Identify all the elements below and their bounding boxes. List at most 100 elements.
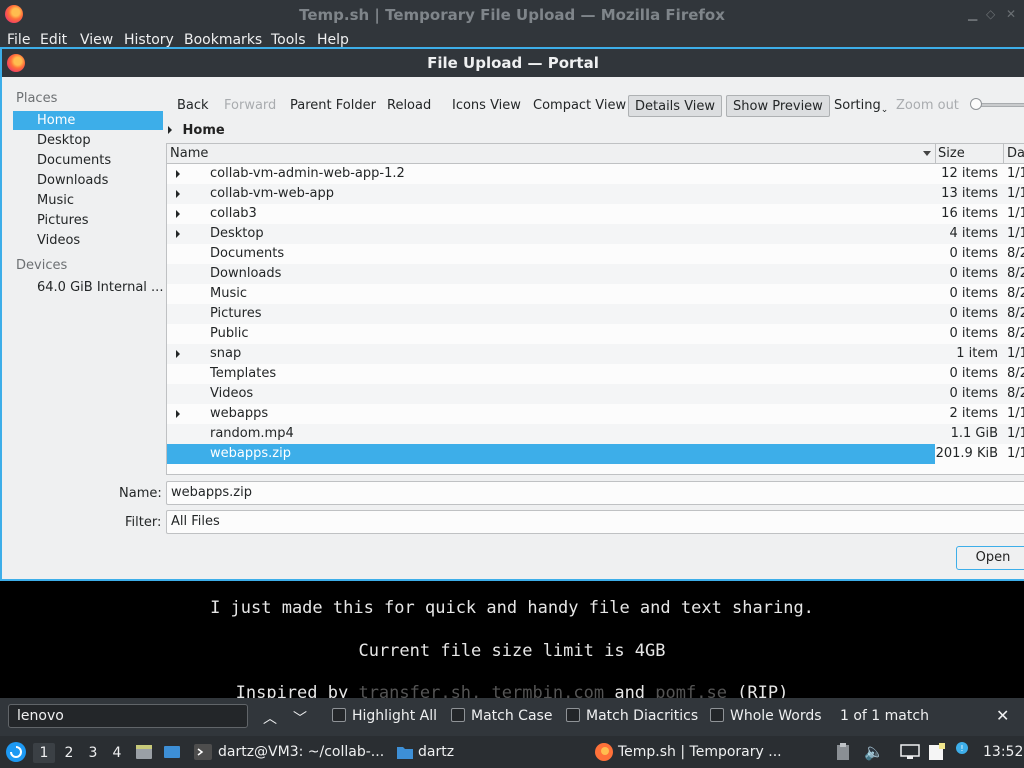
expand-arrow-icon[interactable] [176,210,180,218]
breadcrumb[interactable]: Home [168,123,225,141]
workspace-2[interactable]: 2 [58,743,80,763]
file-upload-dialog: File Upload — Portal Places Home Desktop… [0,47,1024,581]
sorting-button[interactable]: Sorting⌄ [834,95,888,117]
column-name-header[interactable]: Name [170,146,208,161]
icons-view-button[interactable]: Icons View [452,95,521,117]
file-list[interactable]: Name Size Dat collab-vm-admin-web-app-1.… [166,143,1024,475]
table-row[interactable]: collab-vm-admin-web-app-1.2 12 items 1/1 [167,164,1024,184]
dialog-titlebar: File Upload — Portal [2,49,1024,77]
menu-help[interactable]: Help [317,32,349,48]
column-size-header[interactable]: Size [938,146,965,161]
clock[interactable]: 13:52 [983,744,1023,760]
places-item-desktop[interactable]: Desktop [13,131,163,150]
zoom-slider[interactable] [970,98,1024,112]
table-row[interactable]: Videos 0 items 8/2 [167,384,1024,404]
file-date: 1/1 [1007,166,1024,181]
expand-arrow-icon[interactable] [176,410,180,418]
table-row[interactable]: webapps 2 items 1/1 [167,404,1024,424]
places-item-videos[interactable]: Videos [13,231,163,250]
app-menu-icon[interactable] [5,741,27,763]
workspace-4[interactable]: 4 [106,743,128,763]
table-row[interactable]: Pictures 0 items 8/2 [167,304,1024,324]
compact-view-button[interactable]: Compact View [533,95,626,117]
open-button[interactable]: Open [956,546,1024,570]
file-size: 4 items [949,226,998,241]
checkbox-icon [566,708,580,722]
back-button[interactable]: Back [177,95,209,117]
workspace-3[interactable]: 3 [82,743,104,763]
minimize-icon[interactable]: ▁ [968,7,977,21]
table-row[interactable]: snap 1 item 1/1 [167,344,1024,364]
table-row[interactable]: collab3 16 items 1/1 [167,204,1024,224]
column-separator [1003,144,1004,164]
table-row[interactable]: Desktop 4 items 1/1 [167,224,1024,244]
taskbar-firefox-task[interactable]: Temp.sh | Temporary ... [618,744,782,760]
menu-history[interactable]: History [124,32,174,48]
filter-select[interactable]: All Files [166,510,1024,534]
find-next-icon[interactable]: ﹀ [293,708,307,728]
browser-titlebar: Temp.sh | Temporary File Upload — Mozill… [0,0,1024,30]
table-row[interactable]: Documents 0 items 8/2 [167,244,1024,264]
column-date-header[interactable]: Dat [1007,146,1024,161]
file-manager-launcher-icon[interactable] [134,742,154,762]
close-window-icon[interactable]: ✕ [1006,7,1016,21]
network-icon[interactable] [900,744,920,760]
updates-icon[interactable]: ! [953,741,971,759]
match-case-checkbox[interactable]: Match Case [451,708,552,724]
table-row[interactable]: random.mp4 1.1 GiB 1/1 [167,424,1024,444]
reload-button[interactable]: Reload [387,95,431,117]
workspace-1[interactable]: 1 [33,743,55,763]
places-item-music[interactable]: Music [13,191,163,210]
expand-arrow-icon[interactable] [176,170,180,178]
file-date: 1/1 [1007,426,1024,441]
expand-arrow-icon[interactable] [176,350,180,358]
table-row[interactable]: webapps.zip 201.9 KiB 1/1 [167,444,1024,464]
find-input[interactable]: lenovo [8,704,248,728]
taskbar-terminal-task[interactable]: dartz@VM3: ~/collab-... [218,744,384,760]
places-item-home[interactable]: Home [13,111,163,130]
zoom-out-button[interactable]: Zoom out [896,95,959,117]
show-desktop-icon[interactable] [162,742,182,762]
file-name: snap [210,346,242,361]
details-view-button[interactable]: Details View [628,95,723,117]
clipboard-icon[interactable] [836,743,850,761]
find-previous-icon[interactable]: ︿ [263,708,277,728]
table-row[interactable]: Music 0 items 8/2 [167,284,1024,304]
file-name: webapps.zip [210,446,291,461]
places-item-documents[interactable]: Documents [13,151,163,170]
sort-descending-icon [923,151,931,156]
file-name: collab-vm-web-app [210,186,334,201]
table-row[interactable]: Templates 0 items 8/2 [167,364,1024,384]
menu-view[interactable]: View [80,32,113,48]
places-item-pictures[interactable]: Pictures [13,211,163,230]
expand-arrow-icon[interactable] [176,230,180,238]
match-diacritics-label: Match Diacritics [586,708,699,724]
notes-icon[interactable] [927,742,947,762]
taskbar-folder-task[interactable]: dartz [418,744,454,760]
show-preview-button[interactable]: Show Preview [726,95,830,117]
parent-folder-button[interactable]: Parent Folder [290,95,376,117]
zoom-slider-handle[interactable] [970,98,982,110]
menu-bookmarks[interactable]: Bookmarks [184,32,262,48]
volume-icon[interactable]: 🔈 [864,742,884,761]
expand-arrow-icon[interactable] [176,190,180,198]
maximize-icon[interactable]: ◇ [986,7,995,21]
places-item-downloads[interactable]: Downloads [13,171,163,190]
match-diacritics-checkbox[interactable]: Match Diacritics [566,708,698,724]
menu-tools[interactable]: Tools [271,32,306,48]
menu-edit[interactable]: Edit [40,32,67,48]
menu-file[interactable]: File [7,32,30,48]
table-row[interactable]: collab-vm-web-app 13 items 1/1 [167,184,1024,204]
checkbox-icon [451,708,465,722]
breadcrumb-home[interactable]: Home [183,123,225,138]
file-name: collab3 [210,206,257,221]
file-date: 8/2 [1007,306,1024,321]
filename-input[interactable]: webapps.zip [166,481,1024,505]
close-findbar-icon[interactable]: ✕ [996,706,1009,725]
devices-item-internal-drive[interactable]: 64.0 GiB Internal ... [13,278,163,297]
forward-button[interactable]: Forward [224,95,276,117]
highlight-all-checkbox[interactable]: Highlight All [332,708,437,724]
table-row[interactable]: Public 0 items 8/2 [167,324,1024,344]
table-row[interactable]: Downloads 0 items 8/2 [167,264,1024,284]
whole-words-checkbox[interactable]: Whole Words [710,708,822,724]
